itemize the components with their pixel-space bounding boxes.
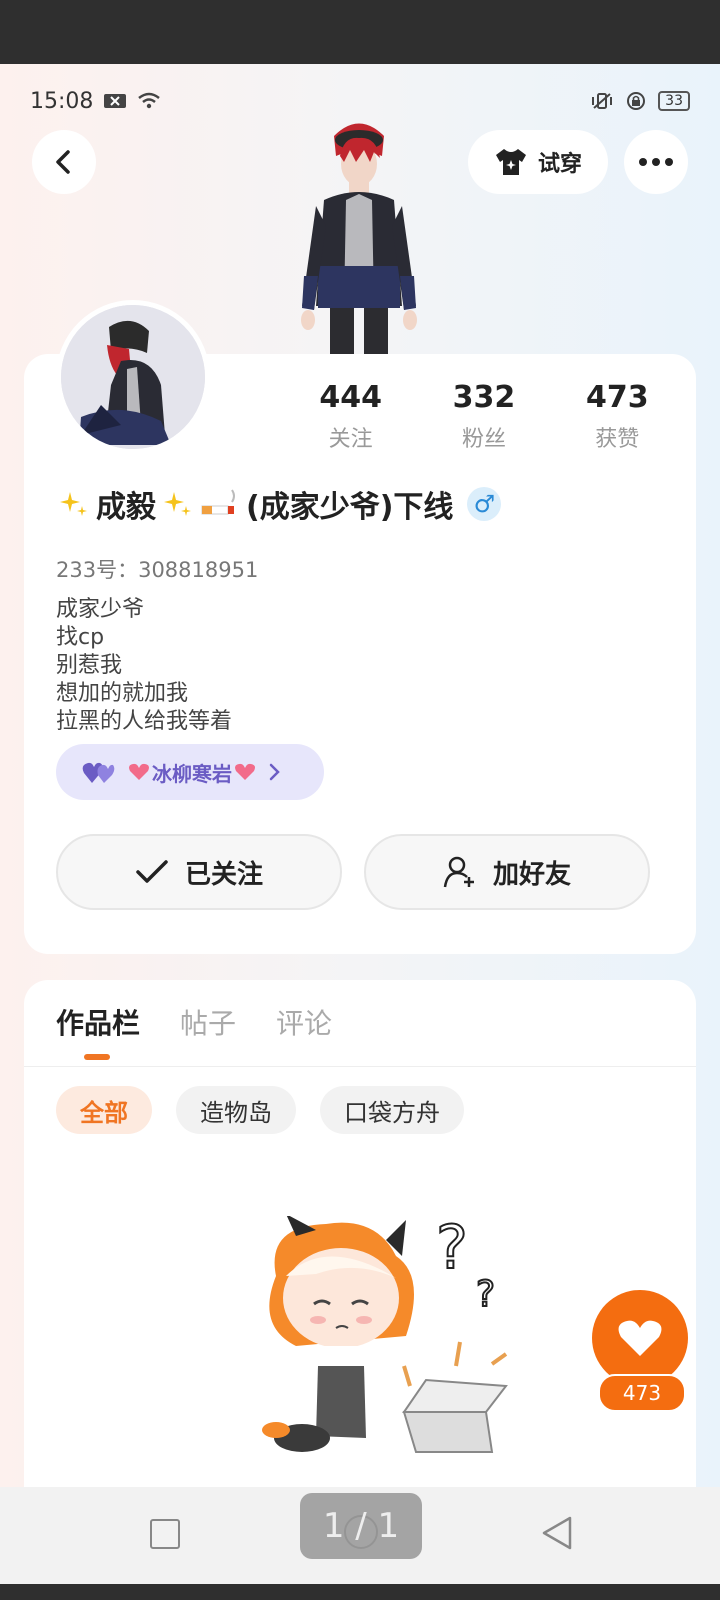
- cigarette-icon: [201, 489, 235, 515]
- followed-button[interactable]: 已关注: [56, 834, 342, 910]
- cp-partner-badge[interactable]: 冰柳寒岩: [56, 744, 324, 800]
- tab-posts[interactable]: 帖子: [180, 1002, 236, 1042]
- notification-icon: [104, 94, 127, 108]
- like-button[interactable]: [592, 1290, 688, 1386]
- stat-label: 粉丝: [461, 427, 506, 452]
- stat-number: 332: [452, 380, 516, 415]
- stat-label: 获赞: [595, 427, 640, 452]
- status-time: 15:08: [30, 88, 94, 114]
- try-on-label: 试穿: [537, 152, 582, 177]
- heart-icon: [235, 763, 255, 780]
- chip-pocket-ark[interactable]: 口袋方舟: [320, 1086, 464, 1134]
- checkmark-icon: [136, 860, 168, 883]
- system-nav-bar: 1 / 1: [0, 1487, 720, 1584]
- bio-line: 拉黑的人给我等着: [56, 709, 233, 734]
- profile-name-suffix: (成家少爷)下线: [246, 490, 454, 525]
- chevron-right-icon: [269, 763, 280, 781]
- bio-line: 想加的就加我: [56, 681, 189, 706]
- stats-row: 444 关注 332 粉丝 473 获赞: [284, 380, 684, 453]
- sparkles-icon: [164, 492, 191, 516]
- like-count: 473: [598, 1374, 686, 1412]
- divider: [24, 1066, 696, 1067]
- battery-indicator: 33: [658, 91, 690, 111]
- avatar[interactable]: [56, 300, 210, 454]
- heart-icon: [618, 1320, 662, 1356]
- status-bar: 15:08 33: [30, 86, 690, 116]
- content-tabs: 作品栏 帖子 评论: [56, 1002, 332, 1060]
- vibrate-icon: [592, 93, 613, 109]
- profile-name-text: 成毅: [96, 490, 156, 525]
- top-system-bar: [0, 0, 720, 64]
- lock-rotation-icon: [627, 92, 646, 110]
- stat-likes[interactable]: 473 获赞: [562, 380, 672, 453]
- stat-label: 关注: [328, 427, 373, 452]
- svg-text:?: ?: [436, 1216, 468, 1283]
- sparkles-icon: [60, 492, 87, 516]
- add-friend-label: 加好友: [492, 859, 571, 890]
- cp-name: 冰柳寒岩: [152, 761, 232, 786]
- tab-comments[interactable]: 评论: [276, 1002, 332, 1042]
- double-heart-icon: [82, 762, 115, 783]
- page-indicator: 1 / 1: [300, 1493, 422, 1559]
- bio: 成家少爷 找cp 别惹我 想加的就加我 拉黑的人给我等着: [56, 596, 232, 736]
- avatar-image: [61, 305, 205, 449]
- followed-label: 已关注: [184, 859, 263, 890]
- filter-chips: 全部 造物岛 口袋方舟: [56, 1086, 464, 1134]
- empty-state-mascot: ? ?: [262, 1216, 508, 1453]
- stat-followers[interactable]: 332 粉丝: [429, 380, 539, 453]
- profile-screen: 15:08 33 试穿 444 关注 332 粉丝 473 获赞 成毅 (成家少…: [0, 64, 720, 1584]
- chip-creation-island[interactable]: 造物岛: [176, 1086, 296, 1134]
- svg-text:?: ?: [476, 1274, 495, 1315]
- profile-name: 成毅 (成家少爷)下线 ♂: [58, 482, 502, 526]
- bio-line: 找cp: [56, 625, 105, 650]
- tshirt-icon: [495, 149, 526, 175]
- try-on-button[interactable]: 试穿: [468, 130, 608, 194]
- bottom-system-bar: [0, 1584, 720, 1600]
- stat-number: 444: [319, 380, 382, 415]
- recent-apps-icon[interactable]: [150, 1519, 180, 1549]
- user-id[interactable]: 233号：308818951: [56, 554, 258, 584]
- add-user-icon: [443, 856, 474, 888]
- more-button[interactable]: [624, 130, 688, 194]
- chip-all[interactable]: 全部: [56, 1086, 152, 1134]
- gender-male-icon: ♂: [467, 487, 502, 521]
- heart-icon: [129, 763, 149, 780]
- bio-line: 成家少爷: [56, 597, 145, 622]
- wifi-icon: [138, 92, 161, 109]
- chevron-left-icon: [56, 150, 70, 174]
- more-dots-icon: [639, 158, 673, 166]
- stat-number: 473: [586, 380, 649, 415]
- add-friend-button[interactable]: 加好友: [364, 834, 650, 910]
- bio-line: 别惹我: [56, 653, 123, 678]
- back-button[interactable]: [32, 130, 96, 194]
- stat-following[interactable]: 444 关注: [296, 380, 406, 453]
- tab-works[interactable]: 作品栏: [56, 1002, 140, 1060]
- back-triangle-icon[interactable]: [540, 1515, 574, 1551]
